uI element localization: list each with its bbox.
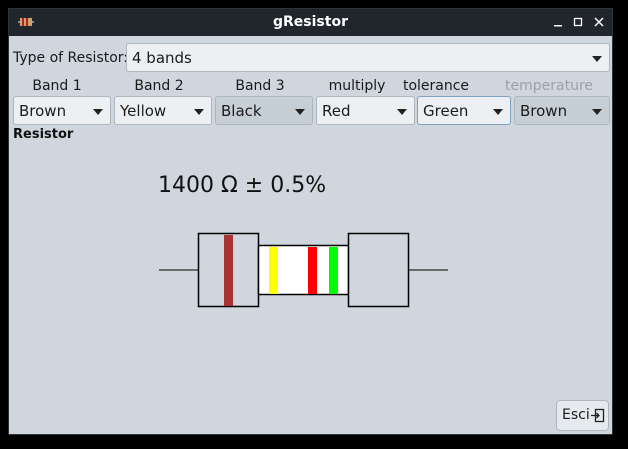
band1-header: Band 1 [32, 78, 82, 94]
title-bar[interactable]: gResistor [9, 9, 612, 36]
type-label: Type of Resistor: [13, 50, 129, 66]
chevron-down-icon [592, 109, 602, 115]
resistor-diagram [159, 232, 448, 308]
band1-select[interactable]: Brown [13, 96, 111, 125]
band1-stripe [224, 235, 233, 306]
chevron-down-icon [93, 109, 103, 115]
tolerance-select[interactable]: Green [417, 96, 511, 125]
exit-icon [591, 408, 605, 423]
temperature-select[interactable]: Brown [514, 96, 610, 125]
band3-select[interactable]: Black [215, 96, 313, 125]
multiply-value: Red [322, 102, 351, 120]
band2-value: Yellow [120, 102, 167, 120]
multiply-stripe [308, 247, 317, 294]
maximize-icon[interactable] [570, 14, 586, 30]
close-icon[interactable] [591, 14, 607, 30]
resistor-right-cap [347, 232, 410, 308]
tolerance-value: Green [423, 102, 469, 120]
chevron-down-icon [592, 56, 602, 62]
band3-header: Band 3 [235, 78, 285, 94]
chevron-down-icon [493, 109, 503, 115]
app-window: gResistor Type of Resistor: 4 bands Band… [8, 8, 613, 435]
exit-button-label: Esci [562, 407, 590, 423]
temperature-header: temperature [505, 78, 593, 94]
resistance-value-text: 1400 Ω ± 0.5% [158, 173, 327, 198]
band3-value: Black [221, 102, 262, 120]
type-select[interactable]: 4 bands [126, 43, 610, 72]
chevron-down-icon [194, 109, 204, 115]
window-title: gResistor [273, 14, 348, 30]
multiply-select[interactable]: Red [316, 96, 415, 125]
temperature-value: Brown [520, 102, 568, 120]
band1-value: Brown [19, 102, 67, 120]
band2-select[interactable]: Yellow [114, 96, 212, 125]
chevron-down-icon [397, 109, 407, 115]
exit-button[interactable]: Esci [556, 400, 609, 431]
resistor-section-title: Resistor [13, 127, 74, 142]
band2-stripe [269, 247, 278, 294]
tolerance-stripe [329, 247, 338, 294]
minimize-icon[interactable] [550, 14, 566, 30]
band2-header: Band 2 [134, 78, 184, 94]
type-select-value: 4 bands [132, 49, 192, 67]
client-area: Type of Resistor: 4 bands Band 1 Band 2 … [9, 36, 612, 434]
tolerance-header: tolerance [402, 78, 470, 94]
chevron-down-icon [295, 109, 305, 115]
